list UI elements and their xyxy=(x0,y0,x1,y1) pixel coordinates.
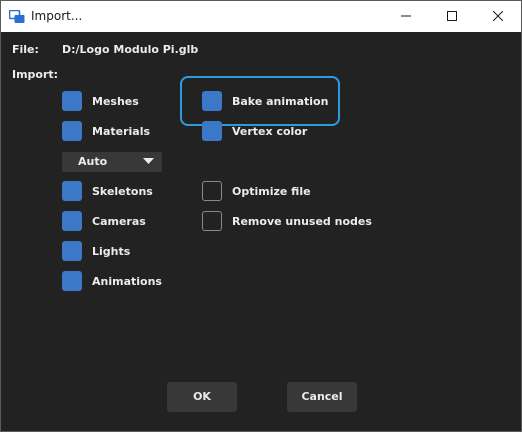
skeletons-label[interactable]: Skeletons xyxy=(92,185,153,198)
meshes-checkbox[interactable] xyxy=(62,91,82,111)
close-icon xyxy=(493,11,503,21)
lights-label[interactable]: Lights xyxy=(92,245,130,258)
file-path: D:/Logo Modulo Pi.glb xyxy=(62,43,199,56)
dialog-body: File: D:/Logo Modulo Pi.glb Import: Mesh… xyxy=(1,32,521,431)
animations-checkbox[interactable] xyxy=(62,271,82,291)
meshes-label[interactable]: Meshes xyxy=(92,95,139,108)
import-dialog: Import... File: D:/Logo Modulo Pi.glb Im… xyxy=(0,0,522,432)
remove-unused-nodes-checkbox[interactable] xyxy=(202,211,222,231)
minimize-button[interactable] xyxy=(383,1,429,32)
title-bar[interactable]: Import... xyxy=(1,1,521,32)
optimize-file-label[interactable]: Optimize file xyxy=(232,185,311,198)
vertex-color-checkbox[interactable] xyxy=(202,121,222,141)
material-mode-dropdown[interactable]: Auto xyxy=(62,152,162,172)
maximize-icon xyxy=(447,11,457,21)
remove-unused-nodes-label[interactable]: Remove unused nodes xyxy=(232,215,372,228)
material-mode-value: Auto xyxy=(78,155,108,168)
window-title: Import... xyxy=(31,9,83,23)
bake-animation-label[interactable]: Bake animation xyxy=(232,95,328,108)
animations-label[interactable]: Animations xyxy=(92,275,162,288)
cancel-button[interactable]: Cancel xyxy=(287,382,357,412)
skeletons-checkbox[interactable] xyxy=(62,181,82,201)
minimize-icon xyxy=(401,15,411,17)
vertex-color-label[interactable]: Vertex color xyxy=(232,125,307,138)
materials-label[interactable]: Materials xyxy=(92,125,150,138)
lights-checkbox[interactable] xyxy=(62,241,82,261)
file-label: File: xyxy=(12,43,39,56)
optimize-file-checkbox[interactable] xyxy=(202,181,222,201)
close-button[interactable] xyxy=(475,1,521,32)
maximize-button[interactable] xyxy=(429,1,475,32)
app-icon xyxy=(8,9,25,23)
cameras-checkbox[interactable] xyxy=(62,211,82,231)
chevron-down-icon xyxy=(143,158,154,164)
bake-animation-checkbox[interactable] xyxy=(202,91,222,111)
import-label: Import: xyxy=(12,68,59,81)
ok-button[interactable]: OK xyxy=(167,382,237,412)
materials-checkbox[interactable] xyxy=(62,121,82,141)
cameras-label[interactable]: Cameras xyxy=(92,215,146,228)
